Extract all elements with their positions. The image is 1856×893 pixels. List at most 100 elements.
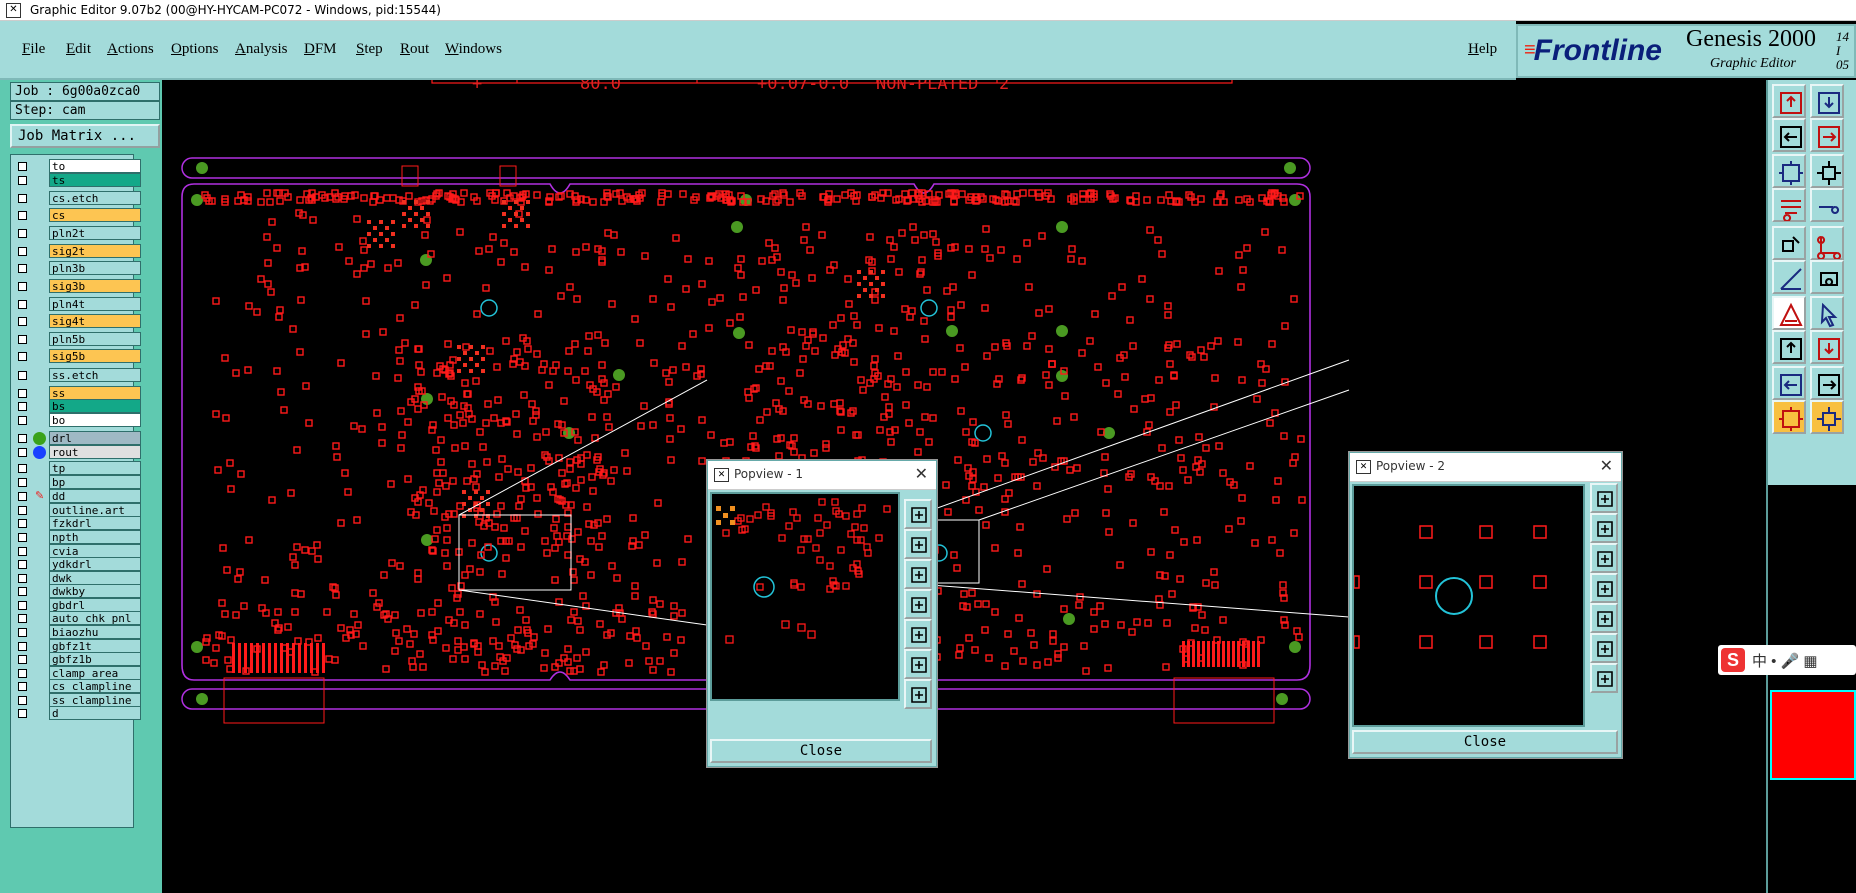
layer-name[interactable]: to [49, 159, 141, 173]
layer-row-sig5b[interactable]: sig5b [11, 349, 141, 364]
layer-name[interactable]: outline.art [49, 503, 141, 517]
layer-name[interactable]: npth [49, 530, 141, 544]
layer-name[interactable]: sig2t [49, 244, 141, 258]
layer-row-npth[interactable]: npth [11, 530, 141, 545]
layer-row-dwkby[interactable]: dwkby [11, 584, 141, 599]
layer-checkbox[interactable] [18, 335, 27, 344]
fit-all-button[interactable] [1772, 400, 1806, 434]
layer-checkbox[interactable] [18, 533, 27, 542]
layer-row-bs[interactable]: bs [11, 399, 141, 414]
layer-checkbox[interactable] [18, 601, 27, 610]
layer-checkbox[interactable] [18, 519, 27, 528]
layer-checkbox[interactable] [18, 709, 27, 718]
layer-checkbox[interactable] [18, 247, 27, 256]
layer-checkbox[interactable] [18, 229, 27, 238]
layer-name[interactable]: pln4t [49, 297, 141, 311]
menu-windows[interactable]: Windows [445, 41, 502, 58]
layer-checkbox[interactable] [18, 682, 27, 691]
menu-step[interactable]: Step [356, 41, 383, 58]
layer-row-cs-etch[interactable]: cs.etch [11, 191, 141, 206]
layer-name[interactable]: dwk [49, 571, 141, 585]
board-up-button[interactable] [1772, 330, 1806, 364]
menu-rout[interactable]: Rout [400, 41, 429, 58]
menu-actions[interactable]: Actions [107, 41, 154, 58]
layer-checkbox[interactable] [18, 642, 27, 651]
popview-1-zoom-home-button[interactable] [904, 649, 932, 679]
layer-name[interactable]: bs [49, 399, 141, 413]
layer-checkbox[interactable] [18, 402, 27, 411]
layer-name[interactable]: bp [49, 475, 141, 489]
layer-name[interactable]: d [49, 706, 141, 720]
layer-name[interactable]: ts [49, 173, 141, 187]
board-right-button[interactable] [1810, 118, 1844, 152]
layer-name[interactable]: cs_clampline [49, 679, 141, 693]
popview-2-pan-left-button[interactable] [1590, 543, 1618, 573]
layer-name[interactable]: auto_chk_pnl [49, 611, 141, 625]
layer-checkbox[interactable] [18, 478, 27, 487]
layer-checkbox[interactable] [18, 371, 27, 380]
popview-2-zoom-fit-button[interactable] [1590, 603, 1618, 633]
layer-row-bo[interactable]: bo [11, 413, 141, 428]
popview-1-canvas[interactable] [710, 492, 900, 701]
popview-2-zoom-window-button[interactable] [1590, 663, 1618, 693]
layer-row-sig4t[interactable]: sig4t [11, 314, 141, 329]
layer-row-gbfz1b[interactable]: gbfz1b [11, 652, 141, 667]
popview-1-zoom-fit-button[interactable] [904, 619, 932, 649]
pad-select-button[interactable] [1772, 226, 1806, 260]
layer-checkbox[interactable] [18, 211, 27, 220]
layer-name[interactable]: drl [49, 431, 141, 445]
layer-name[interactable]: dd [49, 489, 141, 503]
layer-row-cs[interactable]: cs [11, 208, 141, 223]
select-pointer-button[interactable] [1810, 296, 1844, 330]
menu-analysis[interactable]: Analysis [235, 41, 288, 58]
layer-name[interactable]: biaozhu [49, 625, 141, 639]
board-down-button[interactable] [1810, 330, 1844, 364]
layer-row-biaozhu[interactable]: biaozhu [11, 625, 141, 640]
layer-row-cs-clampline[interactable]: cs_clampline [11, 679, 141, 694]
rect-button[interactable] [1810, 260, 1844, 294]
net-button[interactable] [1810, 226, 1844, 260]
layer-checkbox[interactable] [18, 176, 27, 185]
layer-checkbox[interactable] [18, 448, 27, 457]
layer-name[interactable]: bo [49, 413, 141, 427]
layer-checkbox[interactable] [18, 560, 27, 569]
layer-name[interactable]: tp [49, 461, 141, 475]
layer-row-drl[interactable]: drl [11, 431, 141, 446]
layer-name[interactable]: clamp_area [49, 666, 141, 680]
layer-name[interactable]: cs.etch [49, 191, 141, 205]
layer-checkbox[interactable] [18, 300, 27, 309]
board-up-button[interactable] [1772, 84, 1806, 118]
layer-name[interactable]: sig4t [49, 314, 141, 328]
layer-name[interactable]: rout [49, 445, 141, 459]
triangle-button[interactable] [1772, 296, 1806, 330]
layer-name[interactable]: sig5b [49, 349, 141, 363]
popview-1-pan-right-button[interactable] [904, 589, 932, 619]
menu-help[interactable]: Help [1468, 41, 1497, 58]
layer-row-to[interactable]: to [11, 159, 141, 174]
layer-checkbox[interactable] [18, 628, 27, 637]
layer-name[interactable]: fzkdrl [49, 516, 141, 530]
layer-checkbox[interactable] [18, 655, 27, 664]
popview-2-pan-up-button[interactable] [1590, 483, 1618, 513]
close-icon[interactable]: ✕ [1600, 456, 1613, 476]
layer-checkbox[interactable] [18, 317, 27, 326]
layer-name[interactable]: cvia [49, 544, 141, 558]
layer-checkbox[interactable] [18, 194, 27, 203]
layer-row-bp[interactable]: bp [11, 475, 141, 490]
layer-name[interactable]: ydkdrl [49, 557, 141, 571]
layer-row-pln4t[interactable]: pln4t [11, 297, 141, 312]
layer-checkbox[interactable] [18, 587, 27, 596]
menu-edit[interactable]: Edit [66, 41, 91, 58]
popview-1-zoom-window-button[interactable] [904, 679, 932, 709]
board-left-button[interactable] [1772, 118, 1806, 152]
layer-name[interactable]: ss.etch [49, 368, 141, 382]
popview-2-titlebar[interactable]: ✕ Popview - 2 ✕ [1350, 453, 1621, 482]
layer-row-rout[interactable]: rout [11, 445, 141, 460]
layer-name[interactable]: gbfz1t [49, 639, 141, 653]
popview-2-pan-down-button[interactable] [1590, 513, 1618, 543]
layer-row-fzkdrl[interactable]: fzkdrl [11, 516, 141, 531]
job-matrix-button[interactable]: Job Matrix ... [10, 124, 160, 148]
board-right-button[interactable] [1810, 366, 1844, 400]
popview-1-close-button[interactable]: Close [710, 739, 932, 763]
layer-checkbox[interactable] [18, 669, 27, 678]
